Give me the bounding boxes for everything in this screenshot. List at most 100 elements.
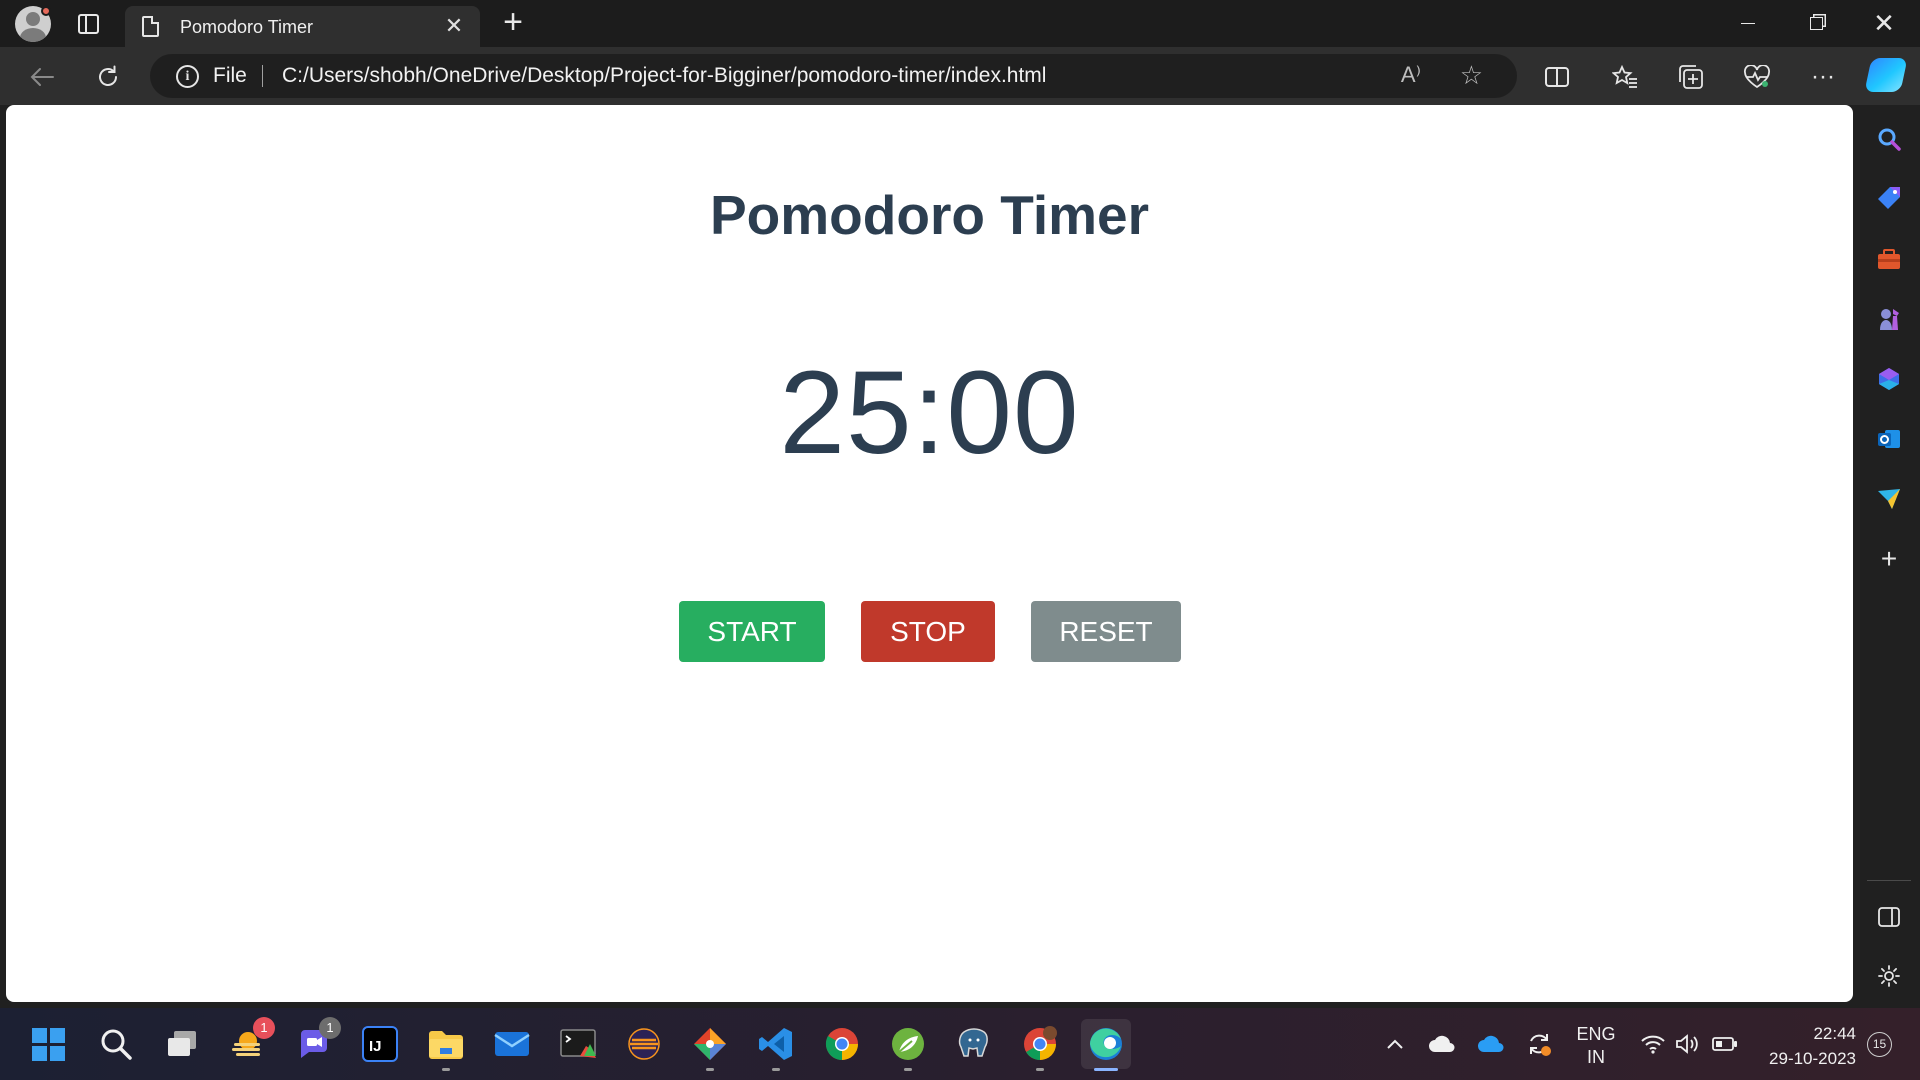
url-text[interactable]: C:/Users/shobh/OneDrive/Desktop/Project-… bbox=[282, 64, 1046, 88]
onedrive-business-icon[interactable] bbox=[1474, 1008, 1508, 1080]
chat-badge: 1 bbox=[319, 1017, 341, 1039]
cloud-white-icon bbox=[1429, 1035, 1455, 1052]
gear-glyph bbox=[1878, 965, 1900, 987]
tag-glyph bbox=[1878, 187, 1900, 209]
shopping-tag-icon[interactable] bbox=[1871, 180, 1907, 216]
eclipse-button[interactable] bbox=[619, 1019, 669, 1069]
stop-button[interactable]: STOP bbox=[861, 601, 995, 662]
refresh-icon bbox=[99, 65, 117, 86]
back-button[interactable] bbox=[24, 59, 60, 95]
sidebar-toggle-icon[interactable] bbox=[1871, 899, 1907, 935]
running-indicator bbox=[442, 1068, 450, 1071]
windows-logo-icon bbox=[31, 1027, 65, 1061]
wifi-icon[interactable] bbox=[1636, 1008, 1670, 1080]
outlook-glyph bbox=[1878, 430, 1900, 448]
games-icon[interactable] bbox=[1871, 301, 1907, 337]
terminal-button[interactable] bbox=[553, 1019, 603, 1069]
system-clock[interactable]: 22:44 29-10-2023 bbox=[1752, 1021, 1856, 1071]
restore-icon bbox=[1809, 17, 1823, 30]
input-language-indicator[interactable]: ENG IN bbox=[1572, 1023, 1620, 1069]
running-indicator bbox=[706, 1068, 714, 1071]
page-viewport: Pomodoro Timer 25:00 START STOP RESET bbox=[6, 105, 1853, 1002]
taskbar-search-button[interactable] bbox=[91, 1019, 141, 1069]
search-icon bbox=[101, 1029, 132, 1060]
add-icon[interactable]: + bbox=[1871, 541, 1907, 577]
running-indicator bbox=[772, 1068, 780, 1071]
spring-button[interactable] bbox=[883, 1019, 933, 1071]
profile-status-dot bbox=[41, 6, 51, 16]
page-title: Pomodoro Timer bbox=[709, 184, 1150, 246]
windows-taskbar: 1 1 IJ ENG IN 22:44 29-10-2023 15 bbox=[0, 1008, 1920, 1080]
restore-button[interactable] bbox=[1782, 0, 1850, 47]
minimize-icon bbox=[1741, 23, 1755, 24]
edge-button[interactable] bbox=[1081, 1019, 1131, 1071]
toolbox-glyph bbox=[1878, 249, 1900, 269]
browser-tab-strip: Pomodoro Timer ✕ + ✕ bbox=[0, 0, 1920, 47]
active-indicator bbox=[1094, 1068, 1118, 1071]
start-button[interactable] bbox=[23, 1019, 73, 1069]
drop-icon[interactable] bbox=[1871, 481, 1907, 517]
close-window-button[interactable]: ✕ bbox=[1850, 0, 1918, 47]
chevron-up-icon bbox=[1387, 1039, 1403, 1049]
read-aloud-icon[interactable]: A⁾ bbox=[1401, 62, 1421, 88]
volume-icon[interactable] bbox=[1670, 1008, 1704, 1080]
onedrive-personal-icon[interactable] bbox=[1425, 1008, 1459, 1080]
more-menu-icon[interactable]: ··· bbox=[1806, 60, 1840, 94]
minimize-button[interactable] bbox=[1714, 0, 1782, 47]
collections-icon[interactable] bbox=[1674, 60, 1708, 94]
avatar-body bbox=[20, 28, 46, 42]
task-view-icon bbox=[168, 1031, 196, 1056]
favorites-icon[interactable] bbox=[1608, 60, 1642, 94]
scheme-label: File bbox=[213, 64, 247, 87]
browser-essentials-icon[interactable] bbox=[1740, 60, 1774, 94]
copilot-icon[interactable] bbox=[1871, 361, 1907, 397]
mail-button[interactable] bbox=[487, 1019, 537, 1069]
folder-icon bbox=[429, 1031, 463, 1059]
split-screen-glyph bbox=[1545, 67, 1569, 87]
cloud-blue-icon bbox=[1478, 1035, 1504, 1052]
start-button[interactable]: START bbox=[679, 601, 825, 662]
show-hidden-icons-button[interactable] bbox=[1380, 1008, 1410, 1080]
new-tab-button[interactable]: + bbox=[497, 5, 529, 39]
browser-toolbar: i File C:/Users/shobh/OneDrive/Desktop/P… bbox=[0, 47, 1920, 105]
split-screen-icon[interactable] bbox=[1540, 60, 1574, 94]
tab-actions-button[interactable] bbox=[74, 10, 102, 38]
search-icon[interactable] bbox=[1871, 121, 1907, 157]
sync-icon[interactable] bbox=[1522, 1008, 1556, 1080]
file-explorer-button[interactable] bbox=[421, 1019, 471, 1071]
chrome-button[interactable] bbox=[817, 1019, 867, 1069]
postgresql-button[interactable] bbox=[949, 1019, 999, 1069]
eclipse-icon bbox=[628, 1028, 660, 1060]
refresh-button[interactable] bbox=[90, 59, 126, 95]
reset-button[interactable]: RESET bbox=[1031, 601, 1181, 662]
add-favorite-star-icon[interactable]: ☆ bbox=[1460, 60, 1483, 91]
language-code: ENG bbox=[1576, 1024, 1616, 1044]
chess-glyph bbox=[1880, 309, 1899, 330]
task-view-button[interactable] bbox=[157, 1019, 207, 1069]
settings-icon[interactable] bbox=[1871, 958, 1907, 994]
avatar-head bbox=[26, 12, 40, 26]
battery-icon[interactable] bbox=[1708, 1008, 1742, 1080]
wifi-signal-icon bbox=[1641, 1035, 1665, 1054]
running-indicator bbox=[904, 1068, 912, 1071]
search-glyph bbox=[1878, 128, 1901, 151]
notification-count-badge[interactable]: 15 bbox=[1867, 1032, 1892, 1057]
widgets-button[interactable]: 1 bbox=[223, 1017, 275, 1069]
back-arrow-icon bbox=[30, 68, 54, 86]
chrome-profile-button[interactable] bbox=[1015, 1019, 1065, 1071]
tools-icon[interactable] bbox=[1871, 241, 1907, 277]
address-bar[interactable]: i File C:/Users/shobh/OneDrive/Desktop/P… bbox=[150, 54, 1517, 98]
battery-level-icon bbox=[1712, 1037, 1737, 1051]
outlook-icon[interactable] bbox=[1871, 421, 1907, 457]
copilot-glyph bbox=[1879, 368, 1899, 390]
intellij-button[interactable]: IJ bbox=[355, 1019, 405, 1069]
active-tab[interactable]: Pomodoro Timer ✕ bbox=[125, 6, 480, 47]
teams-chat-button[interactable]: 1 bbox=[289, 1017, 341, 1069]
git-button[interactable] bbox=[685, 1019, 735, 1071]
site-info-icon[interactable]: i bbox=[176, 65, 199, 88]
mail-icon bbox=[494, 1032, 530, 1056]
close-tab-button[interactable]: ✕ bbox=[442, 14, 466, 38]
clock-time: 22:44 bbox=[1813, 1024, 1856, 1043]
vscode-button[interactable] bbox=[751, 1019, 801, 1071]
git-icon bbox=[694, 1028, 726, 1060]
